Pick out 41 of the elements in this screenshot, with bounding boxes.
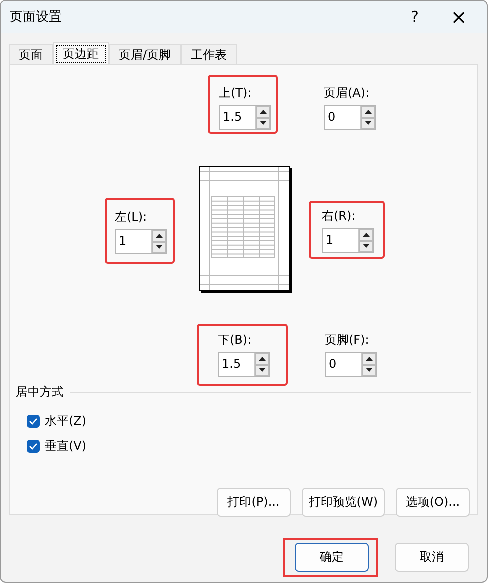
checkbox[interactable]: [27, 440, 40, 453]
dialog-button[interactable]: 打印预览(W): [302, 488, 385, 517]
field-label: 左(L):: [115, 209, 148, 226]
tab[interactable]: 工作表: [181, 44, 238, 66]
down-arrow-icon[interactable]: [362, 244, 370, 248]
spin-field[interactable]: 1.5: [219, 105, 271, 130]
window-title: 页面设置: [10, 9, 63, 26]
up-arrow-icon[interactable]: [366, 356, 372, 361]
field-label: 上(T):: [219, 85, 253, 102]
up-arrow-icon[interactable]: [260, 110, 266, 114]
help-button[interactable]: ?: [393, 1, 437, 33]
spin-field[interactable]: 0: [325, 352, 377, 377]
down-arrow-icon[interactable]: [258, 368, 266, 372]
spin-field[interactable]: 1: [115, 229, 167, 254]
up-arrow-icon[interactable]: [258, 356, 266, 361]
tab[interactable]: 页眉/页脚: [109, 44, 182, 66]
down-arrow-icon[interactable]: [364, 121, 372, 126]
dialog-button[interactable]: 确定: [295, 543, 369, 572]
spin-field[interactable]: 1.5: [218, 352, 270, 377]
up-arrow-icon[interactable]: [362, 232, 370, 237]
up-arrow-icon[interactable]: [364, 110, 372, 114]
checkbox-label[interactable]: 垂直(V): [45, 438, 87, 455]
checkbox-label[interactable]: 水平(Z): [45, 413, 87, 430]
field-label: 页脚(F):: [325, 332, 370, 349]
field-label: 右(R):: [322, 208, 357, 225]
down-arrow-icon[interactable]: [260, 121, 266, 126]
close-button[interactable]: ×: [437, 1, 481, 33]
checkbox[interactable]: [27, 415, 40, 428]
section-title: 居中方式: [16, 384, 64, 400]
spin-field[interactable]: 0: [324, 105, 376, 130]
down-arrow-icon[interactable]: [156, 245, 162, 250]
dialog-button[interactable]: 打印(P)...: [216, 488, 291, 517]
field-label: 下(B):: [218, 332, 253, 349]
field-label: 页眉(A):: [324, 85, 371, 102]
dialog-button[interactable]: 取消: [395, 543, 469, 572]
dialog-button[interactable]: 选项(O)...: [396, 488, 470, 517]
down-arrow-icon[interactable]: [366, 368, 372, 372]
tab[interactable]: 页边距: [53, 42, 109, 66]
spin-field[interactable]: 1: [322, 228, 374, 253]
tab[interactable]: 页面: [9, 44, 53, 66]
up-arrow-icon[interactable]: [156, 234, 162, 238]
